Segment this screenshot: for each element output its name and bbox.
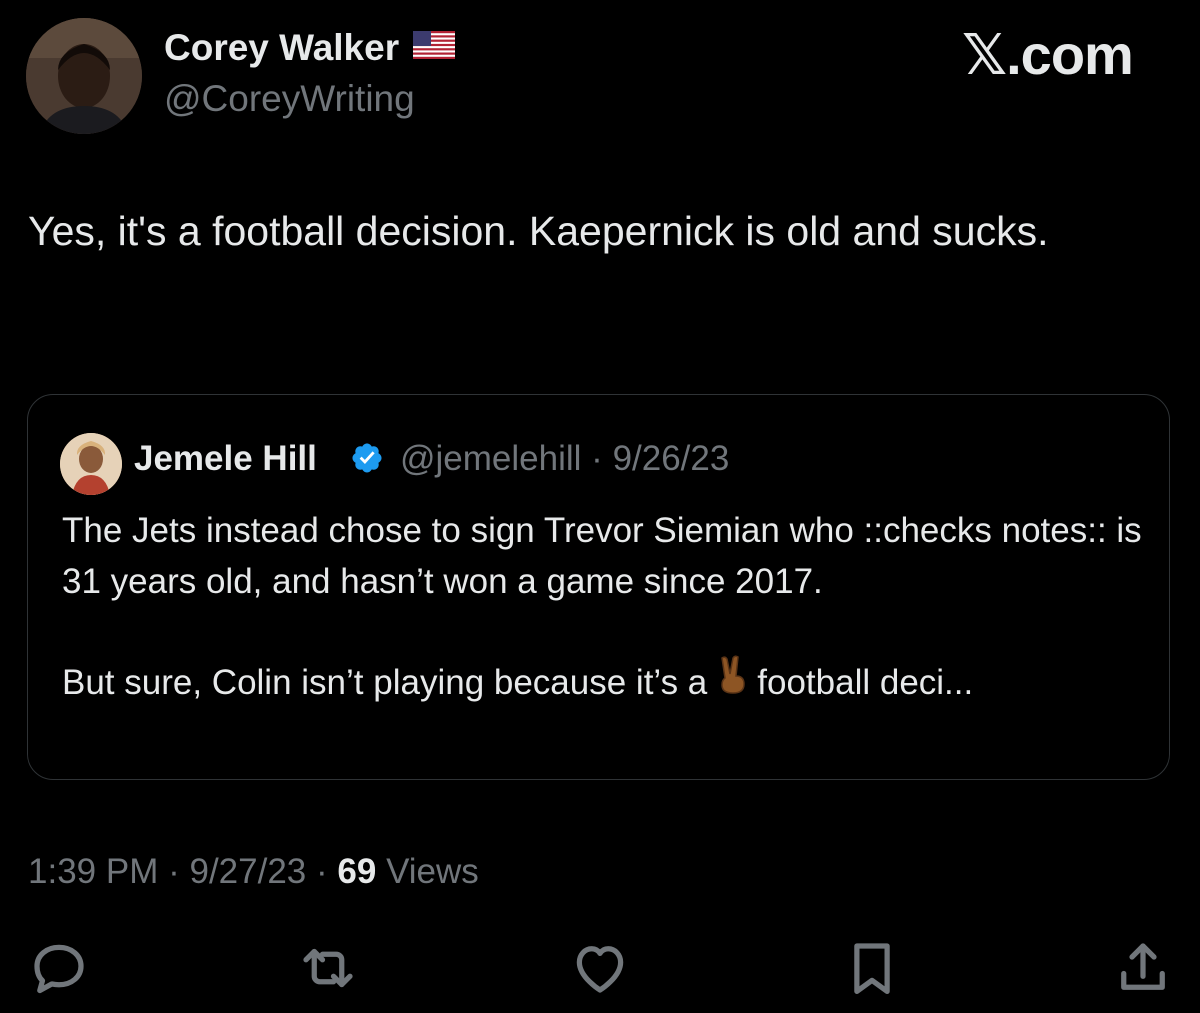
brand-watermark: 𝕏.com [962,23,1134,86]
quoted-separator: · [591,439,603,478]
views-count: 69 [337,852,377,891]
quoted-author-handle[interactable]: @jemelehill [400,439,581,478]
quoted-meta: @jemelehill · 9/26/23 [400,439,729,479]
quoted-paragraph-2-after: football deci... [757,663,974,702]
share-icon[interactable] [1110,935,1176,1001]
quoted-tweet-text: The Jets instead chose to sign Trevor Si… [62,505,1142,708]
author-display-name[interactable]: Corey Walker [164,26,456,69]
quoted-author-avatar[interactable] [60,433,122,495]
meta-separator: · [168,852,180,891]
tweet-date[interactable]: 9/27/23 [189,852,306,891]
bookmark-icon[interactable] [839,935,905,1001]
meta-separator-2: · [316,852,328,891]
views-label: Views [386,852,479,891]
tweet-text: Yes, it's a football decision. Kaepernic… [28,208,1049,254]
action-bar [0,935,1200,1001]
quoted-paragraph-2: But sure, Colin isn’t playing because it… [62,654,1142,708]
quoted-author-name[interactable]: Jemele Hill [134,439,317,479]
quoted-date[interactable]: 9/26/23 [613,439,730,478]
retweet-icon[interactable] [295,935,361,1001]
quoted-paragraph-1: The Jets instead chose to sign Trevor Si… [62,511,1142,601]
tweet-time[interactable]: 1:39 PM [28,852,158,891]
us-flag-icon [413,26,456,68]
author-name-text: Corey Walker [164,27,400,68]
author-handle[interactable]: @CoreyWriting [164,78,415,120]
quoted-paragraph-2-before: But sure, Colin isn’t playing because it… [62,663,708,702]
reply-icon[interactable] [26,935,92,1001]
victory-hand-icon [717,654,747,708]
tweet-meta: 1:39 PM · 9/27/23 · 69 Views [28,852,479,892]
verified-badge-icon [350,441,384,480]
quoted-tweet-card[interactable]: Jemele Hill @jemelehill · 9/26/23 The Je… [27,394,1170,780]
like-icon[interactable] [567,935,633,1001]
author-avatar[interactable] [26,18,142,134]
